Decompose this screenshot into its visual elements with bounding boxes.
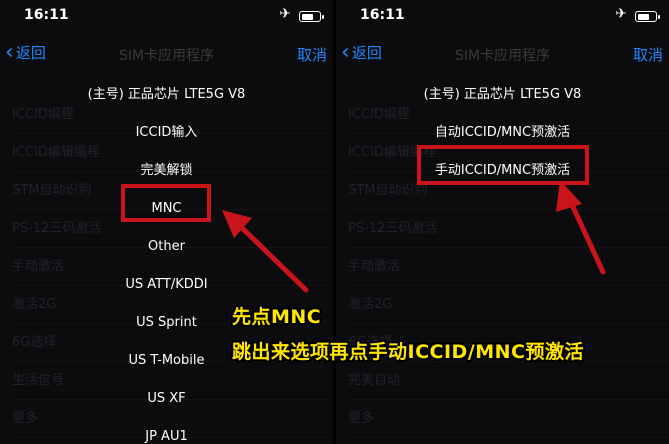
annotation-step-1: 先点MNC <box>232 306 322 328</box>
nav-title: SIM卡应用程序 <box>454 48 551 64</box>
battery-icon <box>299 11 324 22</box>
sheet-header: (主号) 正品芯片 LTE5G V8 <box>87 87 246 102</box>
battery-icon <box>635 11 660 22</box>
cancel-button[interactable]: 取消 <box>297 44 327 65</box>
navigation-bar: ‹ 返回 SIM卡应用程序 取消 <box>336 32 669 76</box>
status-bar: 16:11 ✈ <box>336 0 669 32</box>
navigation-bar: ‹ 返回 SIM卡应用程序 取消 <box>0 32 333 76</box>
annotation-step-2: 跳出来选项再点手动ICCID/MNC预激活 <box>232 341 584 363</box>
left-phone-screen: 16:11 ✈ ‹ 返回 SIM卡应用程序 取消 ICCID编程 ICCID编辑编… <box>0 0 333 444</box>
manual-preactivate-highlight-box <box>417 145 589 185</box>
menu-item-jp-au1[interactable]: JP AU1 <box>0 418 333 444</box>
right-phone-screen: 16:11 ✈ ‹ 返回 SIM卡应用程序 取消 ICCID编程 ICCID编辑编… <box>336 0 669 444</box>
status-time: 16:11 <box>24 7 69 23</box>
menu-item-us-xf[interactable]: US XF <box>0 380 333 418</box>
action-sheet: (主号) 正品芯片 LTE5G V8 ICCID输入 完美解锁 MNC Othe… <box>0 76 333 444</box>
mnc-highlight-box <box>121 184 211 222</box>
status-time: 16:11 <box>360 7 405 23</box>
background-list-item: 完美自动 <box>348 362 669 400</box>
nav-title: SIM卡应用程序 <box>118 48 215 64</box>
airplane-mode-icon: ✈ <box>279 6 291 22</box>
menu-item-iccid-input[interactable]: ICCID输入 <box>0 114 333 152</box>
status-bar: 16:11 ✈ <box>0 0 333 32</box>
background-list-item: 手动激活 <box>348 248 669 286</box>
background-list-item: 激活2G <box>348 286 669 324</box>
menu-item-other[interactable]: Other <box>0 228 333 266</box>
menu-item-us-att-kddi[interactable]: US ATT/KDDI <box>0 266 333 304</box>
background-list-item: PS-12三码激活 <box>348 210 669 248</box>
cancel-button[interactable]: 取消 <box>633 44 663 65</box>
airplane-mode-icon: ✈ <box>615 6 627 22</box>
background-list-item: 更多 <box>348 400 669 438</box>
sheet-header: (主号) 正品芯片 LTE5G V8 <box>423 87 582 102</box>
